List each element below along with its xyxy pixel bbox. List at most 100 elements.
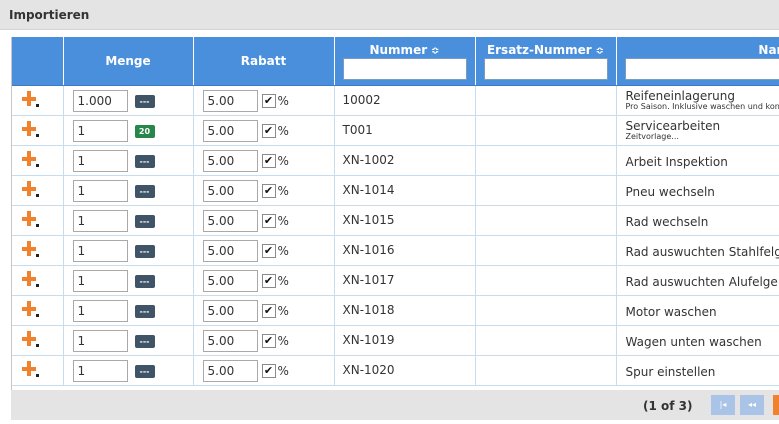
add-plus-icon[interactable] <box>22 90 39 107</box>
percent-label: % <box>277 303 289 318</box>
table-row[interactable]: ---✔%XN-1020Spur einstellen <box>12 355 779 386</box>
item-description: Pro Saison. Inklusive waschen und kontr <box>625 101 779 111</box>
discount-input[interactable] <box>202 329 258 352</box>
unit-button[interactable]: --- <box>134 214 155 228</box>
discount-input[interactable] <box>202 269 258 292</box>
nummer-cell: XN-1014 <box>334 175 476 206</box>
discount-input[interactable] <box>202 359 258 382</box>
quantity-input[interactable] <box>72 149 128 172</box>
add-plus-icon[interactable] <box>22 330 39 347</box>
discount-checkbox[interactable]: ✔ <box>261 153 276 168</box>
ersatz-nummer-cell <box>475 235 617 266</box>
table-row[interactable]: ---✔%10002ReifeneinlagerungPro Saison. I… <box>12 85 779 116</box>
unit-button[interactable]: --- <box>134 94 155 108</box>
discount-checkbox[interactable]: ✔ <box>261 333 276 348</box>
discount-checkbox[interactable]: ✔ <box>261 183 276 198</box>
column-header-ersatz-nummer[interactable]: Ersatz-Nummer ≎ <box>475 37 617 86</box>
add-cell[interactable] <box>12 355 64 386</box>
add-cell[interactable] <box>12 235 64 266</box>
rabatt-cell: ✔% <box>193 355 335 386</box>
add-plus-icon[interactable] <box>22 180 39 197</box>
filter-ersatz-nummer-input[interactable] <box>483 58 608 80</box>
quantity-input[interactable] <box>72 269 128 292</box>
discount-input[interactable] <box>202 299 258 322</box>
unit-button[interactable]: --- <box>134 334 155 348</box>
add-plus-icon[interactable] <box>22 210 39 227</box>
unit-button[interactable]: --- <box>134 184 155 198</box>
quantity-input[interactable] <box>72 179 128 202</box>
item-name: Rad wechseln <box>625 214 709 229</box>
unit-button[interactable]: --- <box>134 244 155 258</box>
discount-checkbox[interactable]: ✔ <box>261 243 276 258</box>
item-name: Motor waschen <box>625 304 717 319</box>
add-plus-icon[interactable] <box>22 360 39 377</box>
add-cell[interactable] <box>12 145 64 176</box>
table-row[interactable]: ---✔%XN-1016Rad auswuchten Stahlfelge <box>12 235 779 266</box>
discount-input[interactable] <box>202 149 258 172</box>
quantity-input[interactable] <box>72 329 128 352</box>
table-row[interactable]: 20✔%T001ServicearbeitenZeitvorlage... <box>12 115 779 146</box>
add-cell[interactable] <box>12 115 64 146</box>
quantity-input[interactable] <box>72 299 128 322</box>
rabatt-cell: ✔% <box>193 85 335 116</box>
add-cell[interactable] <box>12 295 64 326</box>
quantity-input[interactable] <box>72 119 128 142</box>
unit-button[interactable]: --- <box>134 364 155 378</box>
add-cell[interactable] <box>12 85 64 116</box>
add-plus-icon[interactable] <box>22 300 39 317</box>
name-cell: Arbeit Inspektion <box>616 145 779 176</box>
table-row[interactable]: ---✔%XN-1015Rad wechseln <box>12 205 779 236</box>
discount-input[interactable] <box>202 239 258 262</box>
nummer-cell: XN-1019 <box>334 325 476 356</box>
table-row[interactable]: ---✔%XN-1019Wagen unten waschen <box>12 325 779 356</box>
add-plus-icon[interactable] <box>22 150 39 167</box>
table-row[interactable]: ---✔%XN-1018Motor waschen <box>12 295 779 326</box>
discount-checkbox[interactable]: ✔ <box>261 273 276 288</box>
table-row[interactable]: ---✔%XN-1002Arbeit Inspektion <box>12 145 779 176</box>
first-page-button[interactable]: |◂ <box>711 395 735 415</box>
quantity-input[interactable] <box>72 359 128 382</box>
quantity-input[interactable] <box>72 239 128 262</box>
column-header-nummer[interactable]: Nummer ≎ <box>334 37 476 86</box>
discount-checkbox[interactable]: ✔ <box>261 363 276 378</box>
next-page-button[interactable] <box>773 395 779 415</box>
unit-button[interactable]: 20 <box>134 124 155 138</box>
previous-page-button[interactable]: ◂◂ <box>740 395 764 415</box>
discount-checkbox[interactable]: ✔ <box>261 213 276 228</box>
add-cell[interactable] <box>12 265 64 296</box>
add-plus-icon[interactable] <box>22 240 39 257</box>
filter-name-input[interactable] <box>624 58 779 80</box>
nummer-cell: XN-1016 <box>334 235 476 266</box>
table-row[interactable]: ---✔%XN-1014Pneu wechseln <box>12 175 779 206</box>
discount-checkbox[interactable]: ✔ <box>261 93 276 108</box>
name-cell: Rad auswuchten Alufelge <box>616 265 779 296</box>
filter-nummer-input[interactable] <box>342 58 467 80</box>
name-cell: Pneu wechseln <box>616 175 779 206</box>
item-name: Wagen unten waschen <box>625 334 762 349</box>
sort-icon[interactable]: ≎ <box>596 46 604 57</box>
rabatt-cell: ✔% <box>193 115 335 146</box>
add-cell[interactable] <box>12 175 64 206</box>
add-plus-icon[interactable] <box>22 270 39 287</box>
sort-icon[interactable]: ≎ <box>431 46 439 57</box>
quantity-input[interactable] <box>72 89 128 112</box>
add-plus-icon[interactable] <box>22 120 39 137</box>
ersatz-nummer-cell <box>475 355 617 386</box>
column-header-name[interactable]: Name≎ <box>616 37 779 86</box>
discount-input[interactable] <box>202 89 258 112</box>
discount-input[interactable] <box>202 119 258 142</box>
add-cell[interactable] <box>12 205 64 236</box>
unit-button[interactable]: --- <box>134 154 155 168</box>
column-header-rabatt: Rabatt <box>193 37 335 86</box>
discount-input[interactable] <box>202 209 258 232</box>
item-name: Rad auswuchten Stahlfelge <box>625 244 779 259</box>
add-cell[interactable] <box>12 325 64 356</box>
discount-checkbox[interactable]: ✔ <box>261 123 276 138</box>
quantity-input[interactable] <box>72 209 128 232</box>
percent-label: % <box>277 273 289 288</box>
table-row[interactable]: ---✔%XN-1017Rad auswuchten Alufelge <box>12 265 779 296</box>
discount-checkbox[interactable]: ✔ <box>261 303 276 318</box>
discount-input[interactable] <box>202 179 258 202</box>
unit-button[interactable]: --- <box>134 304 155 318</box>
unit-button[interactable]: --- <box>134 274 155 288</box>
